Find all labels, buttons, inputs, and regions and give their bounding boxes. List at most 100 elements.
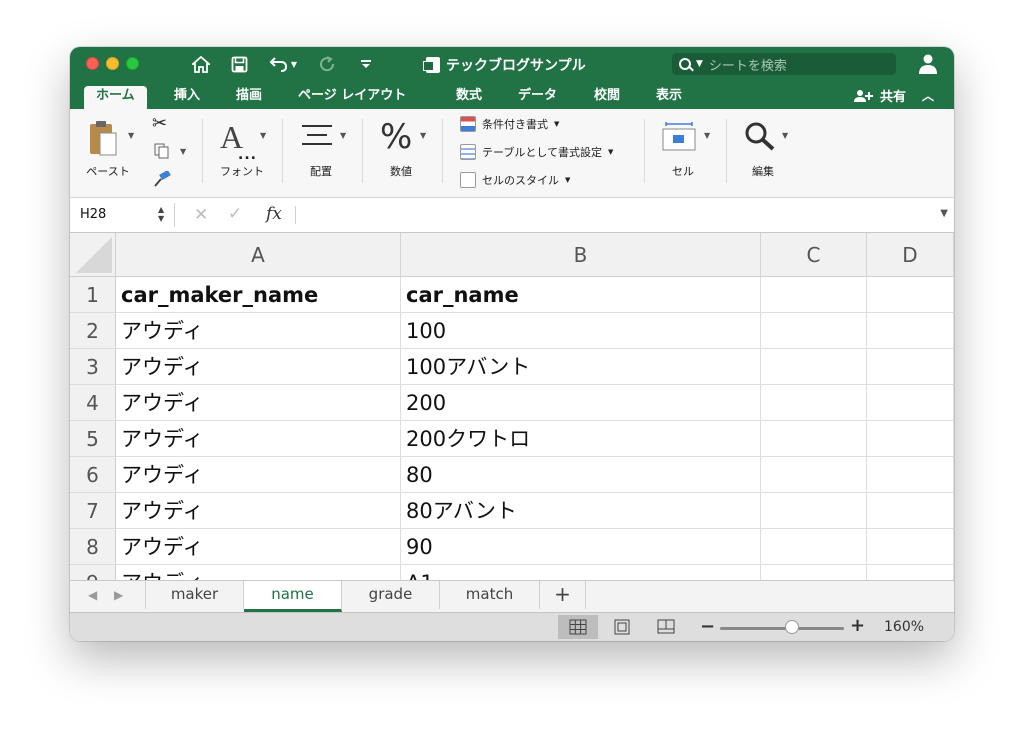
- confirm-icon[interactable]: ✓: [228, 204, 242, 224]
- close-window-button[interactable]: [86, 57, 99, 70]
- sheet-search[interactable]: ▼ シートを検索: [672, 53, 896, 75]
- row-header[interactable]: 5: [70, 421, 116, 457]
- zoom-slider[interactable]: [720, 627, 844, 630]
- next-sheet-icon[interactable]: ▶: [114, 588, 123, 602]
- align-icon[interactable]: [302, 123, 332, 153]
- cell-b1[interactable]: car_name: [401, 277, 761, 313]
- paste-button[interactable]: [88, 119, 120, 163]
- tab-review[interactable]: 校閲: [594, 86, 620, 109]
- cell-c4[interactable]: [761, 385, 867, 421]
- format-as-table-button[interactable]: テーブルとして書式設定 ▼: [460, 144, 613, 160]
- cell-b2[interactable]: 100: [401, 313, 761, 349]
- cell-b4[interactable]: 200: [401, 385, 761, 421]
- formula-input[interactable]: [302, 204, 922, 226]
- row-header[interactable]: 3: [70, 349, 116, 385]
- cell-d7[interactable]: [867, 493, 954, 529]
- row-header[interactable]: 8: [70, 529, 116, 565]
- row-header[interactable]: 7: [70, 493, 116, 529]
- column-header-b[interactable]: B: [401, 233, 761, 277]
- account-icon[interactable]: [918, 53, 938, 75]
- row-header[interactable]: 4: [70, 385, 116, 421]
- sheet-tab-grade[interactable]: grade: [342, 581, 440, 609]
- cell-d5[interactable]: [867, 421, 954, 457]
- edit-dropdown-icon[interactable]: ▼: [782, 131, 788, 140]
- customize-toolbar-icon[interactable]: [358, 53, 374, 75]
- collapse-ribbon-icon[interactable]: ︿: [922, 87, 934, 104]
- copy-dropdown-icon[interactable]: ▼: [180, 147, 186, 156]
- copy-icon[interactable]: [154, 143, 170, 163]
- select-all-button[interactable]: [70, 233, 116, 277]
- undo-icon[interactable]: ▼: [266, 53, 300, 75]
- tab-draw[interactable]: 描画: [236, 86, 262, 109]
- name-box-stepper-icon[interactable]: ▲ ▼: [158, 205, 164, 223]
- zoom-window-button[interactable]: [126, 57, 139, 70]
- normal-view-button[interactable]: [558, 615, 598, 639]
- row-header[interactable]: 1: [70, 277, 116, 313]
- expand-formula-icon[interactable]: ▼: [940, 208, 948, 219]
- sheet-tab-match[interactable]: match: [440, 581, 540, 609]
- name-box[interactable]: H28 ▲ ▼: [70, 203, 175, 227]
- save-icon[interactable]: [228, 53, 250, 75]
- percent-icon[interactable]: %: [380, 117, 412, 157]
- tab-data[interactable]: データ: [518, 86, 557, 109]
- column-header-c[interactable]: C: [761, 233, 867, 277]
- cell-d4[interactable]: [867, 385, 954, 421]
- zoom-in-button[interactable]: +: [850, 615, 865, 636]
- column-header-a[interactable]: A: [116, 233, 401, 277]
- cut-icon[interactable]: ✂: [152, 113, 167, 134]
- zoom-out-button[interactable]: −: [700, 616, 715, 637]
- cell-a7[interactable]: アウディ: [116, 493, 401, 529]
- tab-home[interactable]: ホーム: [84, 86, 147, 109]
- cell-d1[interactable]: [867, 277, 954, 313]
- page-layout-view-button[interactable]: [602, 615, 642, 639]
- cell-b7[interactable]: 80アバント: [401, 493, 761, 529]
- cell-d9[interactable]: [867, 565, 954, 580]
- paste-dropdown-icon[interactable]: ▼: [128, 131, 134, 140]
- insert-function-button[interactable]: fx: [266, 204, 282, 224]
- cell-b3[interactable]: 100アバント: [401, 349, 761, 385]
- cell-b8[interactable]: 90: [401, 529, 761, 565]
- cell-c2[interactable]: [761, 313, 867, 349]
- redo-icon[interactable]: [316, 53, 338, 75]
- column-header-d[interactable]: D: [867, 233, 954, 277]
- sheet-tab-name[interactable]: name: [244, 581, 342, 612]
- cell-a9[interactable]: アウディ: [116, 565, 401, 580]
- zoom-slider-thumb[interactable]: [785, 620, 799, 634]
- cell-c7[interactable]: [761, 493, 867, 529]
- cells-dropdown-icon[interactable]: ▼: [704, 131, 710, 140]
- cell-d3[interactable]: [867, 349, 954, 385]
- cell-a6[interactable]: アウディ: [116, 457, 401, 493]
- cell-d2[interactable]: [867, 313, 954, 349]
- tab-insert[interactable]: 挿入: [174, 86, 200, 109]
- cell-d8[interactable]: [867, 529, 954, 565]
- zoom-level[interactable]: 160%: [884, 619, 924, 635]
- page-break-view-button[interactable]: [646, 615, 686, 639]
- home-icon[interactable]: [190, 53, 212, 75]
- cell-c1[interactable]: [761, 277, 867, 313]
- cell-a3[interactable]: アウディ: [116, 349, 401, 385]
- cell-c5[interactable]: [761, 421, 867, 457]
- format-painter-icon[interactable]: [152, 169, 172, 191]
- tab-view[interactable]: 表示: [656, 86, 682, 109]
- cell-a8[interactable]: アウディ: [116, 529, 401, 565]
- align-dropdown-icon[interactable]: ▼: [340, 131, 346, 140]
- share-button[interactable]: 共有 ︿: [853, 86, 934, 105]
- number-dropdown-icon[interactable]: ▼: [420, 131, 426, 140]
- row-header[interactable]: 2: [70, 313, 116, 349]
- cell-c8[interactable]: [761, 529, 867, 565]
- cell-b5[interactable]: 200クワトロ: [401, 421, 761, 457]
- cell-b9[interactable]: A1: [401, 565, 761, 580]
- row-header[interactable]: 9: [70, 565, 116, 580]
- cell-a1[interactable]: car_maker_name: [116, 277, 401, 313]
- row-header[interactable]: 6: [70, 457, 116, 493]
- cell-d6[interactable]: [867, 457, 954, 493]
- cell-c9[interactable]: [761, 565, 867, 580]
- font-dropdown-icon[interactable]: ▼: [260, 131, 266, 140]
- tab-page-layout[interactable]: ページ レイアウト: [298, 86, 406, 109]
- cell-a5[interactable]: アウディ: [116, 421, 401, 457]
- search-edit-icon[interactable]: [744, 121, 776, 155]
- cell-styles-button[interactable]: セルのスタイル ▼: [460, 172, 570, 188]
- cell-b6[interactable]: 80: [401, 457, 761, 493]
- add-sheet-button[interactable]: +: [540, 581, 586, 609]
- tab-formulas[interactable]: 数式: [456, 86, 482, 109]
